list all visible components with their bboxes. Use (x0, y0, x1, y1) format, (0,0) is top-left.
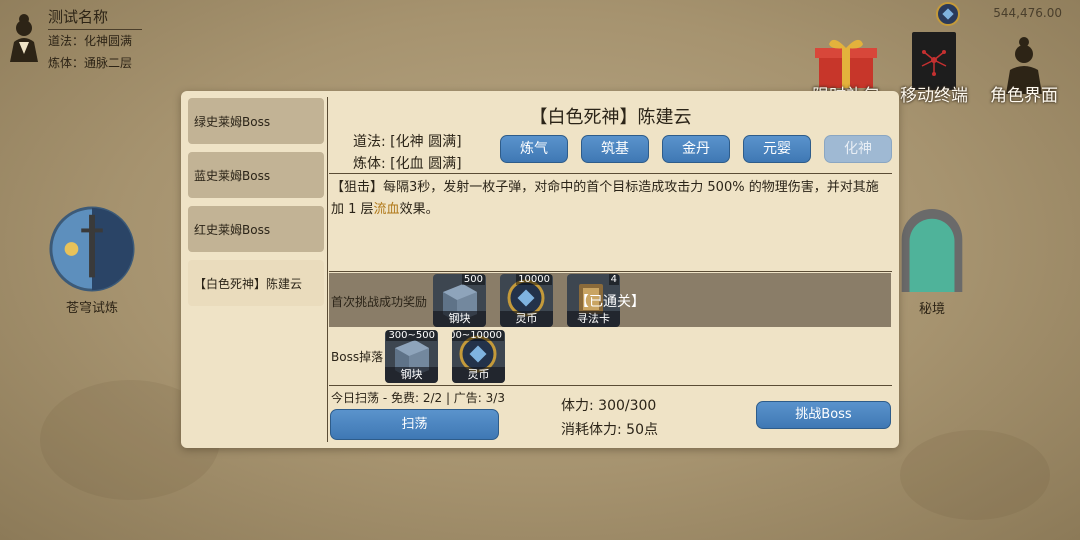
sword-sun-moon-icon (49, 206, 135, 292)
divider (329, 173, 892, 174)
item-count: 5000~10000 (452, 330, 504, 341)
item-name: 钢块 (385, 367, 438, 383)
boss-challenge-dialog: 绿史莱姆Boss 蓝史莱姆Boss 红史莱姆Boss 【白色死神】陈建云 【白色… (181, 91, 899, 448)
item-count: 4 (608, 274, 619, 285)
item-count: 10000 (516, 274, 552, 285)
boss-body: 炼体: [化血 圆满] (353, 156, 462, 172)
realm-tab-golden-core[interactable]: 金丹 (662, 135, 730, 163)
portal-icon (901, 208, 963, 293)
player-dao: 道法：化神圆满 (48, 34, 133, 48)
reward-item-spirit-coin[interactable]: 10000 灵币 (500, 274, 553, 327)
stamina-display: 体力: 300/300 (561, 398, 657, 414)
realm-tab-qi[interactable]: 炼气 (500, 135, 568, 163)
map-node-secret-realm-label: 秘境 (918, 302, 945, 317)
currency-amount: 544,476.00 (993, 6, 1062, 20)
player-info[interactable]: 测试名称 道法：化神圆满 炼体：通脉二层 (6, 4, 156, 74)
first-reward-label: 首次挑战成功奖励 (331, 295, 428, 309)
reward-item-steel[interactable]: 500 钢块 (433, 274, 486, 327)
challenge-boss-button[interactable]: 挑战Boss (756, 401, 891, 429)
tab-green-slime-boss[interactable]: 绿史莱姆Boss (188, 98, 324, 144)
drop-item-spirit-coin[interactable]: 5000~10000 灵币 (452, 330, 505, 383)
divider (327, 97, 328, 442)
item-name: 灵币 (452, 367, 505, 383)
mobile-terminal-label: 移动终端 (900, 86, 968, 106)
tab-white-death[interactable]: 【白色死神】陈建云 (188, 260, 324, 306)
realm-tab-deity: 化神 (824, 135, 892, 163)
item-name: 灵币 (500, 311, 553, 327)
spirit-coin-icon (936, 2, 960, 26)
character-button[interactable]: 角色界面 (982, 34, 1066, 106)
boss-skill-description: 【狙击】每隔3秒，发射一枚子弹，对命中的首个目标造成攻击力 500% 的物理伤害… (331, 177, 891, 221)
bg-stain (900, 430, 1050, 520)
tab-red-slime-boss[interactable]: 红史莱姆Boss (188, 206, 324, 252)
player-name: 测试名称 (48, 6, 142, 30)
map-node-trial[interactable]: 苍穹试炼 (46, 205, 138, 316)
item-name: 钢块 (433, 311, 486, 327)
boss-title: 【白色死神】陈建云 (529, 107, 692, 128)
boss-tab-list: 绿史莱姆Boss 蓝史莱姆Boss 红史莱姆Boss 【白色死神】陈建云 (188, 98, 324, 441)
realm-tab-foundation[interactable]: 筑基 (581, 135, 649, 163)
divider (329, 385, 892, 386)
sweep-info: 今日扫荡 - 免费: 2/2 | 广告: 3/3 (331, 391, 505, 405)
boss-dao: 道法: [化神 圆满] (353, 134, 462, 150)
map-node-trial-label: 苍穹试炼 (65, 301, 118, 316)
divider (329, 271, 892, 272)
stamina-cost: 消耗体力: 50点 (561, 422, 658, 438)
character-label: 角色界面 (990, 86, 1058, 106)
map-node-secret-realm[interactable]: 秘境 (896, 206, 968, 317)
item-name: 寻法卡 (567, 311, 620, 327)
cleared-status: 【已通关】 (575, 294, 645, 310)
item-count: 300~500 (386, 330, 437, 341)
player-body: 炼体：通脉二层 (48, 56, 133, 70)
realm-tab-nascent-soul[interactable]: 元婴 (743, 135, 811, 163)
mobile-terminal-button[interactable]: 移动终端 (892, 32, 976, 106)
skill-keyword: 流血 (373, 202, 400, 217)
player-avatar-icon (10, 14, 38, 62)
drop-item-steel[interactable]: 300~500 钢块 (385, 330, 438, 383)
item-count: 500 (461, 274, 485, 285)
currency-display: 544,476.00 (936, 2, 1070, 26)
boss-detail: 【白色死神】陈建云 道法: [化神 圆满] 炼体: [化血 圆满] 炼气 筑基 … (329, 91, 892, 448)
skill-text-end: 效果。 (399, 202, 439, 217)
boss-drop-label: Boss掉落 (331, 350, 384, 364)
tab-blue-slime-boss[interactable]: 蓝史莱姆Boss (188, 152, 324, 198)
sweep-button[interactable]: 扫荡 (330, 409, 499, 440)
